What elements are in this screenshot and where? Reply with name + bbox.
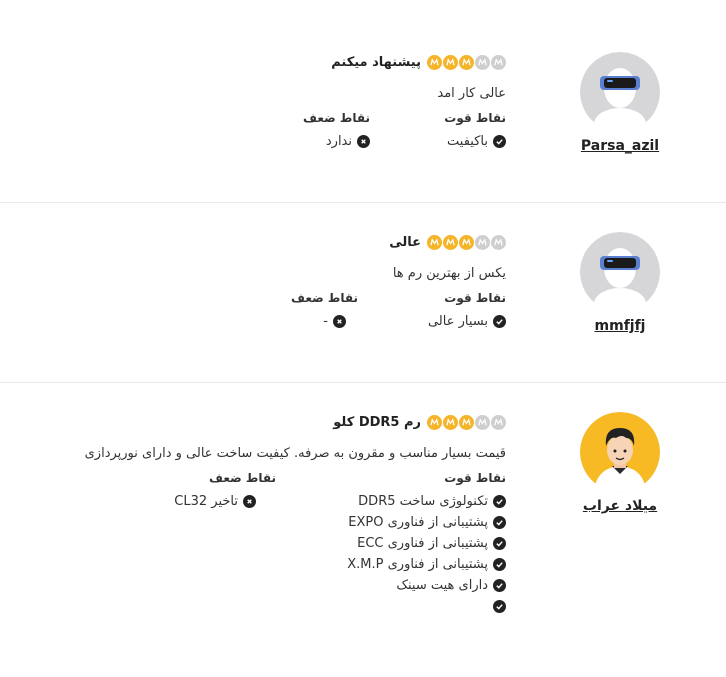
pros-list: نقاط قوت بسیار عالی — [386, 291, 506, 332]
review-content: عالی یکس از بهترین رم ها نقاط قوت بسیار … — [36, 232, 506, 332]
pro-item: دارای هیت سینک — [326, 575, 506, 596]
pros-cons: نقاط قوت باکیفیت نقاط ضعف ندارد — [36, 111, 506, 152]
check-circle-icon — [493, 315, 506, 328]
check-circle-icon — [493, 600, 506, 613]
check-circle-icon — [493, 537, 506, 550]
con-item: - — [291, 311, 346, 332]
pro-item: بسیار عالی — [386, 311, 506, 332]
review-comment: قیمت بسیار مناسب و مقرون به صرفه. کیفیت … — [84, 446, 506, 461]
review-card: Parsa_azil پیشنهاد میکنم عالی کار امد نق… — [0, 22, 726, 202]
x-circle-icon — [243, 495, 256, 508]
star-icon — [491, 414, 506, 430]
review-comment: عالی کار امد — [437, 86, 506, 101]
review-content: رم DDR5 کلو قیمت بسیار مناسب و مقرون به … — [36, 412, 506, 617]
star-icon — [491, 234, 506, 250]
con-text: تاخیر CL32 — [174, 494, 238, 509]
review-header: رم DDR5 کلو — [36, 412, 506, 432]
star-icon — [475, 414, 490, 430]
pros-heading: نقاط قوت — [444, 291, 506, 305]
star-icon — [491, 54, 506, 70]
review-content: پیشنهاد میکنم عالی کار امد نقاط قوت باکی… — [36, 52, 506, 152]
star-icon — [475, 54, 490, 70]
pro-text: دارای هیت سینک — [396, 578, 488, 593]
con-text: - — [323, 314, 328, 329]
pro-text: بسیار عالی — [427, 314, 488, 329]
star-icon — [475, 234, 490, 250]
star-icon — [443, 234, 458, 250]
star-icon — [427, 54, 442, 70]
cons-heading: نقاط ضعف — [209, 471, 276, 485]
star-icon — [443, 54, 458, 70]
vr-headset-avatar-icon[interactable] — [580, 232, 660, 312]
review-title: عالی — [389, 234, 421, 250]
cons-list: نقاط ضعف - — [291, 291, 358, 332]
pro-text: پشتیبانی از فناوری ECC — [357, 536, 488, 551]
cons-list: نقاط ضعف ندارد — [303, 111, 370, 152]
pros-cons: نقاط قوت بسیار عالی نقاط ضعف - — [36, 291, 506, 332]
username-link[interactable]: mmfjfj — [570, 318, 670, 334]
check-circle-icon — [493, 558, 506, 571]
check-circle-icon — [493, 495, 506, 508]
username-link[interactable]: میلاد عراب — [570, 498, 670, 514]
pros-heading: نقاط قوت — [444, 471, 506, 485]
review-header: پیشنهاد میکنم — [36, 52, 506, 72]
con-item: تاخیر CL32 — [174, 491, 256, 512]
pro-text: پشتیبانی از فناوری EXPO — [348, 515, 488, 530]
star-icon — [459, 54, 474, 70]
rating-stars — [427, 234, 506, 250]
con-item: ندارد — [303, 131, 370, 152]
star-icon — [427, 234, 442, 250]
pro-text: باکیفیت — [447, 134, 488, 149]
username-link[interactable]: Parsa_azil — [570, 138, 670, 154]
con-text: ندارد — [325, 134, 352, 149]
vr-headset-avatar-icon[interactable] — [580, 52, 660, 132]
review-header: عالی — [36, 232, 506, 252]
pro-item: تکنولوژی ساخت DDR5 — [326, 491, 506, 512]
pros-list: نقاط قوت تکنولوژی ساخت DDR5 پشتیبانی از … — [326, 471, 506, 617]
pro-item: پشتیبانی از فناوری EXPO — [326, 512, 506, 533]
check-circle-icon — [493, 135, 506, 148]
review-card: mmfjfj عالی یکس از بهترین رم ها نقاط قوت… — [0, 202, 726, 382]
review-user: میلاد عراب — [580, 412, 660, 514]
cons-heading: نقاط ضعف — [303, 111, 370, 125]
pro-item: باکیفیت — [386, 131, 506, 152]
pro-item: پشتیبانی از فناوری ECC — [326, 533, 506, 554]
review-user: Parsa_azil — [580, 52, 660, 154]
pro-text: تکنولوژی ساخت DDR5 — [358, 494, 488, 509]
x-circle-icon — [333, 315, 346, 328]
pro-item — [326, 596, 506, 617]
star-icon — [427, 414, 442, 430]
check-circle-icon — [493, 516, 506, 529]
pro-item: پشتیبانی از فناوری X.M.P — [326, 554, 506, 575]
star-icon — [443, 414, 458, 430]
pros-heading: نقاط قوت — [444, 111, 506, 125]
man-avatar-icon[interactable] — [580, 412, 660, 492]
pro-text: پشتیبانی از فناوری X.M.P — [347, 557, 488, 572]
x-circle-icon — [357, 135, 370, 148]
review-comment: یکس از بهترین رم ها — [392, 266, 506, 281]
cons-heading: نقاط ضعف — [291, 291, 358, 305]
review-title: پیشنهاد میکنم — [331, 54, 421, 70]
star-icon — [459, 414, 474, 430]
rating-stars — [427, 54, 506, 70]
review-user: mmfjfj — [580, 232, 660, 334]
check-circle-icon — [493, 579, 506, 592]
review-card: میلاد عراب رم DDR5 کلو قیمت بسیار مناسب … — [0, 382, 726, 677]
cons-list: نقاط ضعف تاخیر CL32 — [174, 471, 276, 617]
star-icon — [459, 234, 474, 250]
review-title: رم DDR5 کلو — [333, 414, 421, 430]
rating-stars — [427, 414, 506, 430]
pros-cons: نقاط قوت تکنولوژی ساخت DDR5 پشتیبانی از … — [36, 471, 506, 617]
pros-list: نقاط قوت باکیفیت — [386, 111, 506, 152]
